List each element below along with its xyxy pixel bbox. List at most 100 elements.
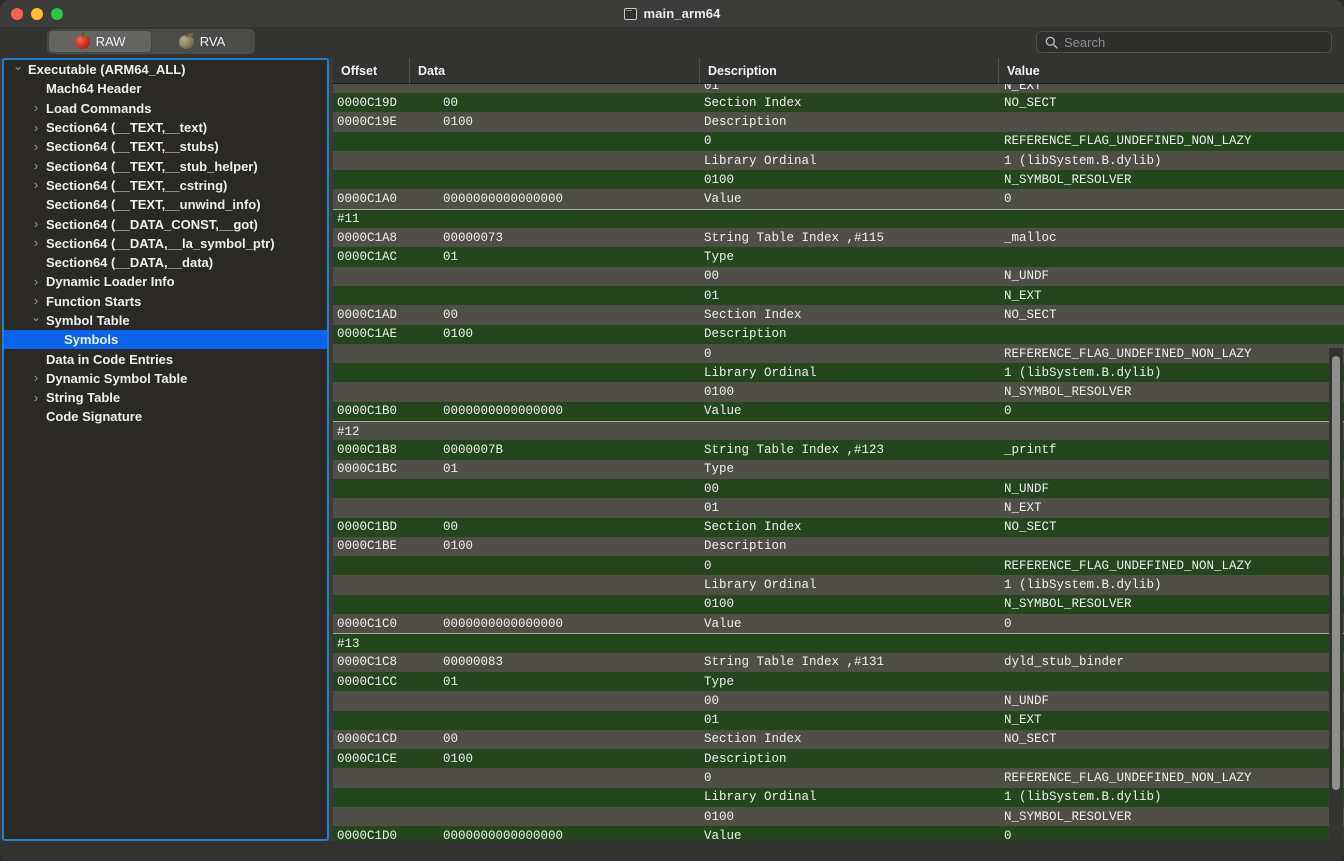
cell-value (1004, 537, 1340, 556)
cell-data (443, 691, 728, 710)
sidebar-item-section64-text-text[interactable]: Section64 (__TEXT,__text) (4, 118, 327, 137)
cell-offset: 0000C1C0 (337, 616, 398, 631)
sidebar-item-function-starts[interactable]: Function Starts (4, 292, 327, 311)
sidebar-item-data-in-code-entries[interactable]: Data in Code Entries (4, 349, 327, 368)
table-row[interactable]: Library Ordinal 1 (libSystem.B.dylib) (333, 787, 1344, 807)
table-row[interactable]: 0000C1D0 0000000000000000 Value 0 (333, 826, 1344, 841)
chevron-right-icon[interactable] (28, 391, 44, 405)
table-row[interactable]: #11 (333, 208, 1344, 229)
sidebar-item-symbols[interactable]: Symbols (4, 330, 327, 350)
cell-data (443, 382, 728, 401)
table-row[interactable]: 0 REFERENCE_FLAG_UNDEFINED_NON_LAZY (333, 343, 1344, 364)
sidebar-item-label: Dynamic Symbol Table (46, 370, 188, 386)
tab-raw[interactable]: RAW (49, 31, 151, 52)
column-header-description[interactable]: Description (699, 58, 998, 84)
cell-offset: #12 (337, 424, 360, 439)
cell-value (1004, 422, 1340, 441)
chevron-down-icon[interactable] (10, 63, 26, 76)
table-row[interactable]: 0000C1CD 00 Section Index NO_SECT (333, 729, 1344, 750)
cell-data (443, 634, 728, 653)
cell-offset: 0000C1A8 (337, 230, 398, 245)
table-row[interactable]: 0000C1C0 0000000000000000 Value 0 (333, 614, 1344, 634)
table-row[interactable]: #12 (333, 421, 1344, 441)
chevron-right-icon[interactable] (28, 294, 44, 308)
table-row[interactable]: 0 REFERENCE_FLAG_UNDEFINED_NON_LAZY (333, 768, 1344, 788)
sidebar-item-section64-data-const-got[interactable]: Section64 (__DATA_CONST,__got) (4, 214, 327, 233)
cell-offset (337, 595, 437, 614)
table-row[interactable]: 0100 N_SYMBOL_RESOLVER (333, 806, 1344, 827)
table-row[interactable]: Library Ordinal 1 (libSystem.B.dylib) (333, 150, 1344, 171)
cell-offset: 0000C1BD (337, 520, 398, 535)
sidebar-item-dynamic-symbol-table[interactable]: Dynamic Symbol Table (4, 369, 327, 388)
table-row[interactable]: 0000C1AD 00 Section Index NO_SECT (333, 305, 1344, 325)
table-row[interactable]: 0000C1AE 0100 Description (333, 324, 1344, 344)
table-row[interactable]: 00 N_UNDF (333, 478, 1344, 499)
column-header-value[interactable]: Value (998, 58, 1344, 84)
chevron-right-icon[interactable] (28, 140, 44, 154)
cell-value: REFERENCE_FLAG_UNDEFINED_NON_LAZY (1004, 771, 1252, 786)
table-row[interactable]: 0000C1BD 00 Section Index NO_SECT (333, 517, 1344, 537)
chevron-right-icon[interactable] (28, 236, 44, 250)
table-row[interactable]: 0000C1CE 0100 Description (333, 749, 1344, 769)
table-row[interactable]: 0000C1A8 00000073 String Table Index ,#115… (333, 228, 1344, 248)
chevron-right-icon[interactable] (28, 159, 44, 173)
table-row[interactable]: 0000C1C8 00000083 String Table Index ,#131… (333, 652, 1344, 672)
vertical-scrollbar[interactable] (1329, 348, 1343, 841)
table-row[interactable]: 0000C1BE 0100 Description (333, 536, 1344, 557)
table-row[interactable]: 0 REFERENCE_FLAG_UNDEFINED_NON_LAZY (333, 131, 1344, 151)
sidebar-item-symbol-table[interactable]: Symbol Table (4, 311, 327, 330)
table-row[interactable]: 00 N_UNDF (333, 266, 1344, 286)
sidebar-item-mach64-header[interactable]: Mach64 Header (4, 79, 327, 98)
table-row[interactable]: 0100 N_SYMBOL_RESOLVER (333, 594, 1344, 615)
sidebar-item-load-commands[interactable]: Load Commands (4, 99, 327, 118)
table-row[interactable]: 0000C19E 0100 Description (333, 112, 1344, 132)
tab-rva[interactable]: RVA (151, 31, 253, 52)
table-row[interactable]: 0000C1CC 01 Type (333, 671, 1344, 692)
table-row[interactable]: #13 (333, 633, 1344, 653)
sidebar-item-dynamic-loader-info[interactable]: Dynamic Loader Info (4, 272, 327, 291)
table-row[interactable]: 01 N_EXT (333, 710, 1344, 730)
sidebar-item-section64-data-la-symbol-ptr[interactable]: Section64 (__DATA,__la_symbol_ptr) (4, 234, 327, 253)
cell-data: 0000000000000000 (443, 192, 564, 207)
outline-sidebar[interactable]: Executable (ARM64_ALL) Mach64 Header Load … (2, 58, 329, 841)
table-row[interactable]: 0100 N_SYMBOL_RESOLVER (333, 170, 1344, 190)
table-row[interactable]: Library Ordinal 1 (libSystem.B.dylib) (333, 575, 1344, 595)
chevron-right-icon[interactable] (28, 275, 44, 289)
chevron-right-icon[interactable] (28, 178, 44, 192)
chevron-right-icon[interactable] (28, 217, 44, 231)
chevron-down-icon[interactable] (28, 314, 44, 327)
sidebar-item-section64-text-stub-helper[interactable]: Section64 (__TEXT,__stub_helper) (4, 156, 327, 175)
cell-offset (337, 170, 437, 189)
chevron-right-icon[interactable] (28, 121, 44, 135)
vertical-scrollbar-thumb[interactable] (1332, 356, 1340, 790)
sidebar-item-section64-text-unwind-info[interactable]: Section64 (__TEXT,__unwind_info) (4, 195, 327, 214)
table-row[interactable]: 0100 N_SYMBOL_RESOLVER (333, 382, 1344, 402)
table-row[interactable]: 01 N_EXT (333, 84, 1344, 93)
chevron-right-icon[interactable] (28, 101, 44, 115)
sidebar-item-section64-data-data[interactable]: Section64 (__DATA,__data) (4, 253, 327, 272)
chevron-right-icon[interactable] (28, 371, 44, 385)
table-row[interactable]: 01 N_EXT (333, 285, 1344, 306)
table-row[interactable]: 01 N_EXT (333, 498, 1344, 518)
search-input[interactable] (1064, 34, 1323, 50)
sidebar-item-executable-arm64-all[interactable]: Executable (ARM64_ALL) (4, 60, 327, 79)
cell-description: 0 (704, 134, 712, 149)
sidebar-item-code-signature[interactable]: Code Signature (4, 407, 327, 426)
table-row[interactable]: Library Ordinal 1 (libSystem.B.dylib) (333, 363, 1344, 383)
sidebar-item-label: Mach64 Header (46, 81, 142, 97)
table-row[interactable]: 0000C1BC 01 Type (333, 459, 1344, 479)
search-field-wrapper[interactable] (1036, 31, 1332, 53)
table-row[interactable]: 0000C1B0 0000000000000000 Value 0 (333, 401, 1344, 422)
table-row[interactable]: 0000C1AC 01 Type (333, 247, 1344, 267)
table-row[interactable]: 0000C1B8 0000007B String Table Index ,#123… (333, 440, 1344, 460)
table-row[interactable]: 0 REFERENCE_FLAG_UNDEFINED_NON_LAZY (333, 556, 1344, 576)
cell-offset (337, 382, 437, 401)
table-row[interactable]: 00 N_UNDF (333, 691, 1344, 711)
column-header-data[interactable]: Data (409, 58, 699, 84)
sidebar-item-string-table[interactable]: String Table (4, 388, 327, 407)
column-header-offset[interactable]: Offset (333, 58, 409, 84)
table-row[interactable]: 0000C1A0 0000000000000000 Value 0 (333, 189, 1344, 209)
table-row[interactable]: 0000C19D 00 Section Index NO_SECT (333, 93, 1344, 113)
sidebar-item-section64-text-cstring[interactable]: Section64 (__TEXT,__cstring) (4, 176, 327, 195)
sidebar-item-section64-text-stubs[interactable]: Section64 (__TEXT,__stubs) (4, 137, 327, 156)
